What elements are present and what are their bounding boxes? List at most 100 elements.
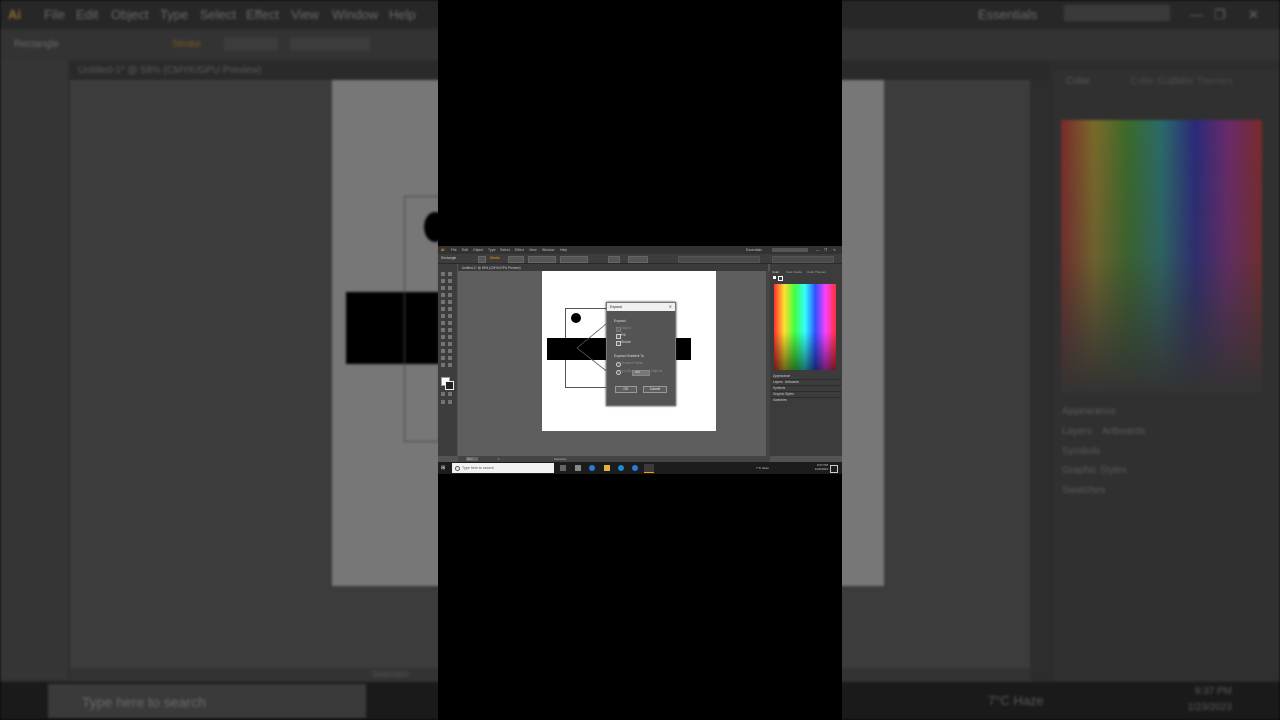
align-controls[interactable] — [678, 256, 760, 263]
curvature-tool-icon[interactable] — [448, 286, 452, 290]
blend-tool-icon[interactable] — [448, 342, 452, 346]
perspective-grid-tool-icon[interactable] — [448, 328, 452, 332]
taskbar-weather[interactable]: 7°C Haze — [756, 466, 769, 470]
panel-stroke-swatch[interactable] — [778, 276, 783, 281]
magic-wand-tool-icon[interactable] — [441, 279, 445, 283]
help-search-input[interactable] — [772, 247, 808, 252]
edge-icon[interactable] — [618, 465, 624, 471]
transform-controls[interactable] — [772, 256, 834, 263]
rectangle-tool-icon[interactable] — [441, 300, 445, 304]
direct-selection-tool-icon[interactable] — [448, 272, 452, 276]
bg-panel-graphic-styles: Graphic Styles — [1062, 465, 1128, 476]
free-transform-tool-icon[interactable] — [448, 321, 452, 325]
gradient-mode-icon[interactable] — [448, 392, 452, 396]
pencil-tool-icon[interactable] — [441, 307, 445, 311]
menu-select[interactable]: Select — [500, 248, 510, 252]
bg-status-text: Selection — [372, 669, 410, 679]
menu-type[interactable]: Type — [488, 248, 496, 252]
menu-help[interactable]: Help — [560, 248, 567, 252]
menu-view[interactable]: View — [529, 248, 537, 252]
slice-tool-icon[interactable] — [448, 356, 452, 360]
task-view-icon[interactable] — [560, 465, 566, 471]
menu-file[interactable]: File — [451, 248, 457, 252]
windows-start-icon[interactable]: ⊞ — [441, 465, 447, 471]
status-text: Selection — [554, 456, 567, 461]
selection-tool-icon[interactable] — [441, 272, 445, 276]
style-select[interactable] — [628, 256, 648, 263]
color-mode-icon[interactable] — [441, 392, 445, 396]
hand-tool-icon[interactable] — [441, 363, 445, 367]
color-spectrum[interactable] — [774, 284, 836, 370]
brush-definition-select[interactable] — [560, 256, 588, 263]
stroke-color-swatch[interactable] — [445, 381, 454, 390]
lasso-tool-icon[interactable] — [448, 279, 452, 283]
panel-appearance[interactable]: Appearance — [773, 374, 790, 378]
bg-menu-type: Type — [160, 7, 189, 22]
bg-panel-symbols: Symbols — [1062, 446, 1101, 457]
menu-object[interactable]: Object — [473, 248, 483, 252]
taskbar-search-box[interactable]: Type here to search — [452, 463, 554, 473]
artboard-navigation[interactable]: 1 — [498, 457, 500, 461]
file-explorer-icon[interactable] — [604, 465, 610, 471]
close-window-icon[interactable]: ✕ — [833, 248, 836, 252]
gradient-tool-icon[interactable] — [448, 335, 452, 339]
taskbar-clock[interactable]: 9:37 PM 1/23/2023 — [815, 463, 828, 471]
chrome-profile-icon[interactable] — [632, 465, 638, 471]
shape-builder-tool-icon[interactable] — [441, 328, 445, 332]
pen-tool-icon[interactable] — [441, 286, 445, 290]
workspace-switcher[interactable]: Essentials — [746, 248, 762, 252]
graph-tool-icon[interactable] — [448, 349, 452, 353]
screen-mode-icon[interactable] — [448, 400, 452, 404]
panel-graphic-styles[interactable]: Graphic Styles — [773, 392, 794, 396]
draw-mode-icon[interactable] — [441, 400, 445, 404]
minimize-icon[interactable]: — — [816, 248, 820, 252]
menu-window[interactable]: Window — [542, 248, 554, 252]
panel-symbols[interactable]: Symbols — [773, 386, 785, 390]
ok-button[interactable]: OK — [615, 386, 637, 393]
bg-menu-help: Help — [389, 7, 416, 22]
mesh-tool-icon[interactable] — [441, 335, 445, 339]
bg-toolbox — [0, 60, 68, 680]
tab-color-guide[interactable]: Color Guide — [786, 270, 802, 274]
opacity-field[interactable] — [608, 256, 620, 263]
fill-swatch[interactable] — [478, 256, 486, 263]
width-tool-icon[interactable] — [441, 321, 445, 325]
panel-artboards[interactable]: Artboards — [785, 380, 799, 384]
dialog-title: Expand — [610, 304, 622, 309]
bg-weather: 7°C Haze — [988, 693, 1044, 708]
eyedropper-tool-icon[interactable] — [441, 342, 445, 346]
chrome-icon[interactable] — [589, 465, 595, 471]
store-icon[interactable] — [575, 465, 581, 471]
tab-color[interactable]: Color — [772, 270, 779, 274]
type-tool-icon[interactable] — [441, 293, 445, 297]
zoom-tool-icon[interactable] — [448, 363, 452, 367]
notifications-icon[interactable] — [830, 465, 838, 473]
stroke-label[interactable]: Stroke — [490, 256, 500, 260]
tool-name-label: Rectangle — [441, 256, 457, 260]
bg-tab-color: Color — [1066, 76, 1090, 87]
document-tab[interactable]: Untitled-1* @ 59% (CMYK/GPU Preview) — [458, 264, 768, 271]
stroke-profile-select[interactable] — [528, 256, 556, 263]
rotate-tool-icon[interactable] — [441, 314, 445, 318]
dialog-close-icon[interactable]: ✕ — [669, 304, 672, 309]
eraser-tool-icon[interactable] — [448, 307, 452, 311]
paintbrush-tool-icon[interactable] — [448, 300, 452, 304]
artboard-tool-icon[interactable] — [441, 356, 445, 360]
cancel-button[interactable]: Cancel — [643, 386, 667, 393]
line-tool-icon[interactable] — [448, 293, 452, 297]
stroke-weight-field[interactable] — [508, 256, 524, 263]
illustrator-taskbar-icon[interactable] — [644, 464, 654, 473]
tab-color-themes[interactable]: Color Themes — [807, 270, 826, 274]
panel-layers[interactable]: Layers — [773, 380, 783, 384]
bg-menu-window: Window — [332, 7, 379, 22]
menu-edit[interactable]: Edit — [462, 248, 468, 252]
restore-icon[interactable]: ❐ — [824, 248, 827, 252]
scale-tool-icon[interactable] — [448, 314, 452, 318]
bg-panel-appearance: Appearance — [1062, 406, 1116, 417]
panel-fill-swatch[interactable] — [773, 276, 776, 279]
symbol-sprayer-tool-icon[interactable] — [441, 349, 445, 353]
fill-option-label: Fill — [621, 333, 626, 337]
panel-swatches[interactable]: Swatches — [773, 398, 787, 402]
bg-menu-select: Select — [200, 7, 237, 22]
menu-effect[interactable]: Effect — [515, 248, 524, 252]
